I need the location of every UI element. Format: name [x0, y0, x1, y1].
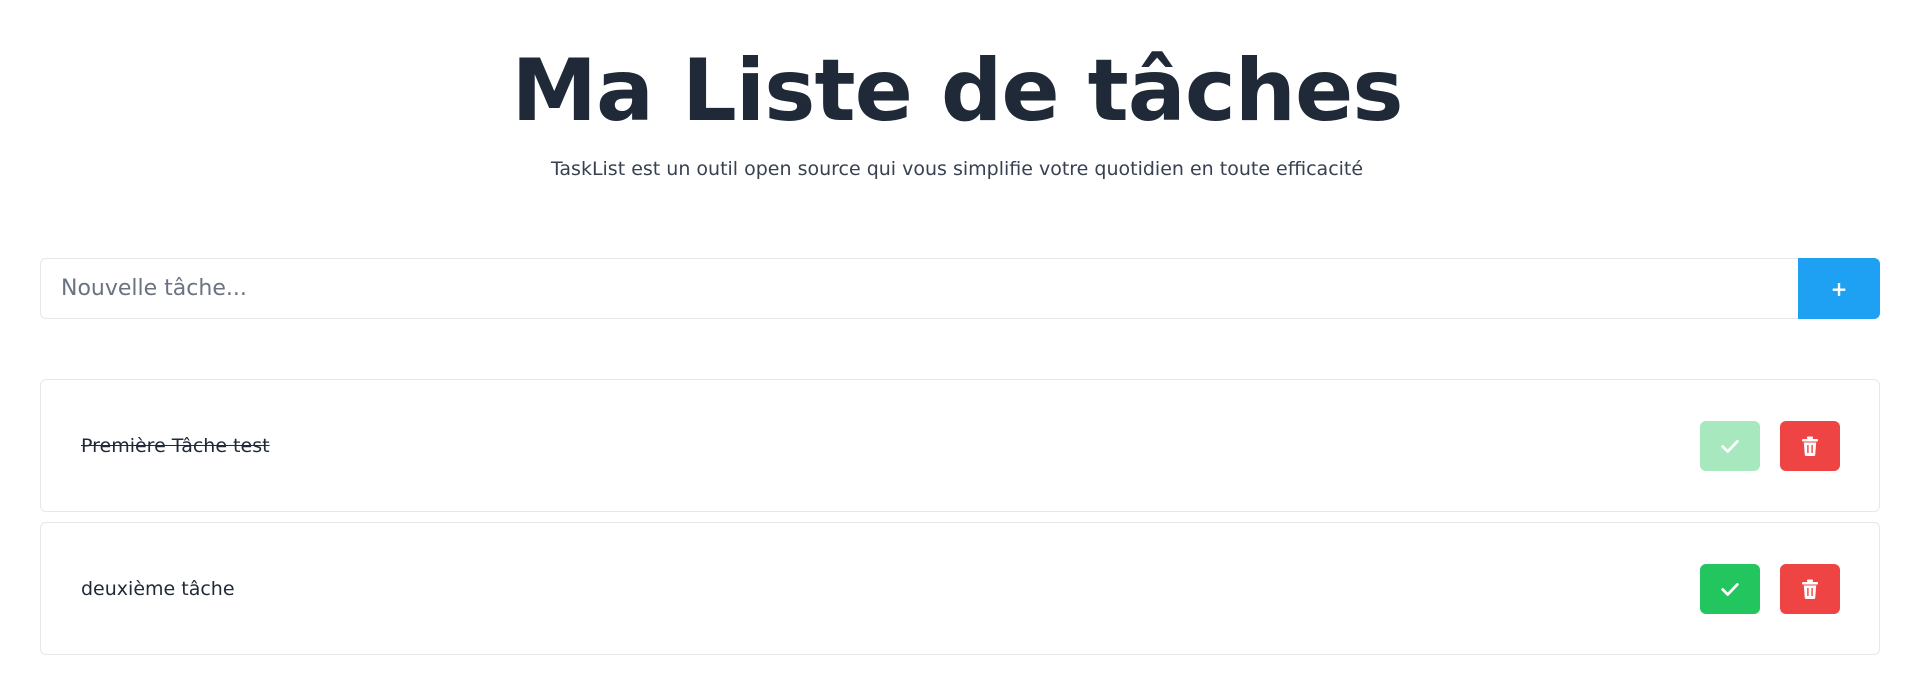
delete-task-button[interactable] — [1780, 420, 1840, 471]
complete-task-button[interactable] — [1700, 563, 1760, 614]
delete-task-button[interactable] — [1780, 563, 1840, 614]
task-list-page: Ma Liste de tâches TaskList est un outil… — [0, 0, 1914, 697]
task-list: Première Tâche test deuxième tâche — [40, 379, 1880, 665]
page-title: Ma Liste de tâches — [511, 41, 1403, 141]
check-icon — [1719, 435, 1741, 457]
page-header: Ma Liste de tâches TaskList est un outil… — [0, 0, 1914, 182]
new-task-form: + — [40, 258, 1880, 319]
complete-task-button[interactable] — [1700, 420, 1760, 471]
task-text: Première Tâche test — [81, 434, 270, 457]
trash-icon — [1801, 579, 1819, 599]
task-item: Première Tâche test — [40, 379, 1880, 512]
check-icon — [1719, 578, 1741, 600]
add-task-button[interactable]: + — [1798, 258, 1880, 319]
new-task-input[interactable] — [40, 258, 1798, 319]
task-item: deuxième tâche — [40, 522, 1880, 655]
task-text: deuxième tâche — [81, 577, 235, 600]
trash-icon — [1801, 436, 1819, 456]
page-subtitle: TaskList est un outil open source qui vo… — [550, 158, 1364, 180]
